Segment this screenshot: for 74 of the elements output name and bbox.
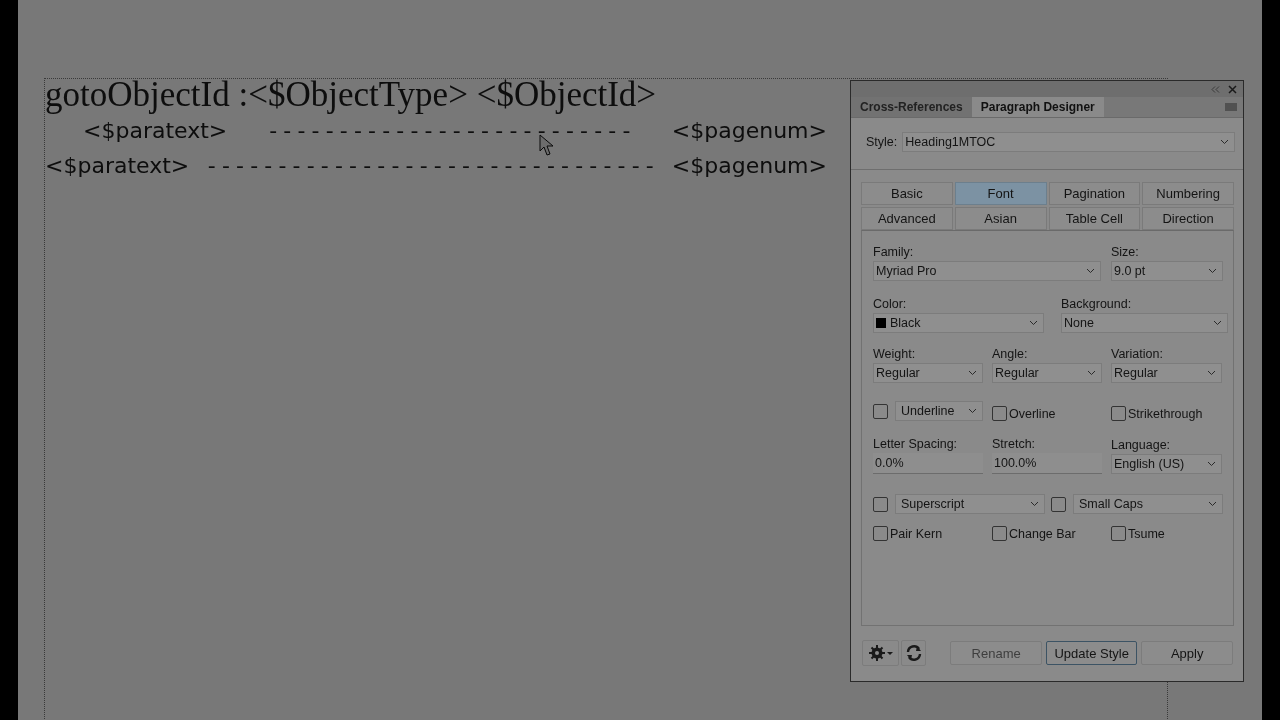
settings-button[interactable] — [862, 640, 900, 666]
chevron-icon — [1086, 268, 1095, 274]
field-label: Stretch: — [992, 437, 1036, 451]
cursor-icon — [539, 134, 555, 156]
checkbox[interactable] — [1051, 496, 1066, 512]
dropdown[interactable]: Black — [873, 313, 1044, 333]
dropdown[interactable]: None — [1061, 313, 1228, 333]
field-label: Background: — [1061, 297, 1132, 311]
checkbox-label: Pair Kern — [890, 526, 943, 541]
field-label: Style: — [866, 135, 898, 149]
chevron-icon — [968, 370, 977, 376]
panel-tab[interactable]: Cross-References — [851, 97, 972, 117]
category-tab[interactable]: Direction — [1142, 207, 1234, 230]
dot-leader: - - - - - - - - - - - - - - - - - - - - - - - - - - - - - - - - — [207, 154, 654, 177]
dropdown[interactable]: Regular — [992, 363, 1102, 383]
input-field[interactable]: 100.0% — [992, 453, 1102, 474]
dropdown[interactable]: Regular — [873, 363, 983, 383]
dropdown[interactable]: 9.0 pt — [1111, 261, 1223, 281]
field-label: Size: — [1111, 245, 1139, 259]
close-icon[interactable] — [1228, 84, 1237, 94]
field-label: Weight: — [873, 347, 916, 361]
checkbox[interactable] — [992, 526, 1007, 541]
dialog-button[interactable]: Update Style — [1045, 641, 1138, 665]
checkbox-label: Overline — [1009, 406, 1056, 421]
dropdown[interactable]: Small Caps — [1073, 494, 1223, 514]
panel-tab[interactable]: Paragraph Designer — [971, 97, 1104, 117]
chevron-icon — [1087, 370, 1096, 376]
checkbox-label: Strikethrough — [1128, 406, 1203, 421]
category-tab[interactable]: Table Cell — [1048, 207, 1141, 230]
checkbox-label: Tsume — [1128, 526, 1165, 541]
field-label: Angle: — [992, 347, 1028, 361]
chevron-icon — [1029, 320, 1038, 326]
field-label: Variation: — [1111, 347, 1163, 361]
dropdown[interactable]: Myriad Pro — [873, 261, 1101, 281]
field-label: Family: — [873, 245, 914, 259]
input-field[interactable]: 0.0% — [873, 453, 983, 474]
category-tab[interactable]: Asian — [954, 207, 1047, 230]
chevron-icon — [1208, 268, 1217, 274]
dialog-button[interactable]: Apply — [1141, 641, 1233, 665]
checkbox[interactable] — [873, 496, 888, 512]
checkbox[interactable] — [873, 403, 888, 419]
chevron-icon — [1208, 501, 1217, 507]
dropdown[interactable]: Heading1MTOC — [902, 132, 1235, 152]
chevron-icon — [968, 408, 977, 414]
pagenum-variable: <$pagenum> — [671, 119, 827, 142]
refresh-icon — [904, 644, 923, 662]
chevron-icon — [1213, 320, 1222, 326]
dot-leader: - - - - - - - - - - - - - - - - - - - - - - - - - - — [269, 119, 630, 142]
paratext-variable: <$paratext> — [83, 119, 228, 142]
chevron-icon — [1207, 461, 1216, 467]
dropdown[interactable]: Superscript — [895, 494, 1045, 514]
chevron-icon — [1220, 139, 1229, 145]
category-tab[interactable]: Pagination — [1048, 182, 1141, 205]
dropdown[interactable]: Regular — [1111, 363, 1222, 383]
refresh-button[interactable] — [901, 640, 927, 666]
settings-icon — [867, 644, 894, 662]
category-tab[interactable]: Font — [954, 182, 1047, 205]
chevron-icon — [1030, 501, 1039, 507]
category-tab[interactable]: Advanced — [861, 207, 953, 230]
dropdown[interactable]: Underline — [895, 401, 983, 421]
checkbox[interactable] — [1111, 406, 1126, 421]
checkbox[interactable] — [992, 406, 1007, 421]
field-label: Language: — [1111, 438, 1171, 452]
field-label: Letter Spacing: — [873, 437, 958, 451]
category-tab[interactable]: Numbering — [1142, 182, 1234, 205]
checkbox[interactable] — [1111, 526, 1126, 541]
pagenum-variable: <$pagenum> — [671, 154, 827, 177]
checkbox-label: Change Bar — [1009, 526, 1076, 541]
field-label: Color: — [873, 297, 907, 311]
checkbox[interactable] — [873, 526, 888, 541]
category-tab[interactable]: Basic — [861, 182, 953, 205]
paratext-variable: <$paratext> — [45, 154, 190, 177]
chevron-icon — [1207, 370, 1216, 376]
dropdown[interactable]: English (US) — [1111, 454, 1222, 474]
